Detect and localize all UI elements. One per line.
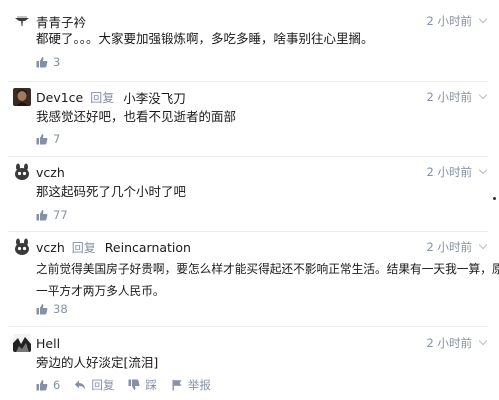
author-line: Dev1ce 回复 小李没飞刀 xyxy=(36,88,186,106)
like-button[interactable]: 3 xyxy=(36,55,60,69)
author-line: vczh 回复 Reincarnation xyxy=(36,238,191,256)
divider xyxy=(8,81,488,82)
comment-actions: 6 回复 踩 举报 xyxy=(36,377,225,393)
comment-text: 都硬了。。。大家要加强锻炼啊，多吃多睡，啥事别往心里搁。 xyxy=(36,31,374,46)
comment-text: 之前觉得美国房子好贵啊，要怎么样才能买得起还不影响正常生活。结果有一天我一算，原… xyxy=(36,258,499,302)
report-button[interactable]: 举报 xyxy=(171,377,211,393)
author-line: vczh xyxy=(36,163,65,181)
avatar[interactable] xyxy=(13,163,31,181)
chevron-down-icon[interactable] xyxy=(478,165,488,175)
stray-dot xyxy=(493,197,496,200)
author-name[interactable]: Dev1ce xyxy=(36,90,83,105)
reply-target-name[interactable]: Reincarnation xyxy=(105,240,191,255)
like-button[interactable]: 77 xyxy=(36,208,68,222)
time-text: 2 小时前 xyxy=(426,336,472,350)
like-button[interactable]: 6 xyxy=(36,378,60,392)
chevron-down-icon[interactable] xyxy=(478,336,488,346)
time-text: 2 小时前 xyxy=(426,90,472,104)
thumbs-up-icon xyxy=(36,134,48,145)
like-count: 77 xyxy=(53,208,68,222)
thumbs-up-icon xyxy=(36,57,48,68)
thumbs-down-icon xyxy=(128,379,140,390)
comment-time: 2 小时前 xyxy=(426,334,488,352)
like-count: 38 xyxy=(53,302,68,316)
comment-actions: 38 xyxy=(36,301,82,317)
author-name[interactable]: vczh xyxy=(36,165,65,180)
comment-text: 旁边的人好淡定[流泪] xyxy=(36,355,159,370)
divider xyxy=(8,156,488,157)
dislike-button[interactable]: 踩 xyxy=(128,377,157,393)
comment-text-line: 之前觉得美国房子好贵啊，要怎么样才能买得起还不影响正常生活。结果有一天我一算，原… xyxy=(36,262,499,276)
divider xyxy=(8,326,488,327)
reply-indicator: 回复 xyxy=(71,240,96,255)
chevron-down-icon[interactable] xyxy=(478,90,488,100)
comment-time: 2 小时前 xyxy=(426,88,488,106)
reply-target-name[interactable]: 小李没飞刀 xyxy=(123,88,186,107)
author-name[interactable]: vczh xyxy=(36,240,65,255)
comment-text: 那这起码死了几个小时了吧 xyxy=(36,184,187,199)
time-text: 2 小时前 xyxy=(426,14,472,28)
comment-text: 我感觉还好吧，也看不见逝者的面部 xyxy=(36,109,237,124)
thumbs-up-icon xyxy=(36,304,48,315)
comment-actions: 77 xyxy=(36,207,82,223)
reply-label: 回复 xyxy=(91,378,115,392)
reply-indicator: 回复 xyxy=(90,90,115,105)
chevron-down-icon[interactable] xyxy=(478,14,488,24)
flag-icon xyxy=(172,379,182,391)
like-count: 3 xyxy=(53,55,61,69)
thumbs-up-icon xyxy=(36,380,48,391)
report-label: 举报 xyxy=(187,378,211,392)
avatar[interactable] xyxy=(13,88,31,106)
time-text: 2 小时前 xyxy=(426,165,472,179)
comment-actions: 7 xyxy=(36,131,74,147)
comment-time: 2 小时前 xyxy=(426,238,488,256)
like-button[interactable]: 38 xyxy=(36,302,68,316)
comment-actions: 3 xyxy=(36,54,74,70)
author-line: Hell xyxy=(36,334,60,352)
avatar[interactable] xyxy=(13,238,31,256)
like-button[interactable]: 7 xyxy=(36,132,60,146)
thumbs-up-icon xyxy=(36,210,48,221)
author-name[interactable]: Hell xyxy=(36,336,60,351)
divider xyxy=(8,231,488,232)
chevron-down-icon[interactable] xyxy=(478,240,488,250)
like-count: 6 xyxy=(53,378,61,392)
comment-time: 2 小时前 xyxy=(426,163,488,181)
avatar[interactable] xyxy=(13,334,31,352)
comment-text-line: 一平方才两万多人民币。 xyxy=(36,284,165,298)
reply-arrow-icon xyxy=(75,380,86,390)
like-count: 7 xyxy=(53,132,61,146)
reply-button[interactable]: 回复 xyxy=(74,377,114,393)
time-text: 2 小时前 xyxy=(426,240,472,254)
dislike-label: 踩 xyxy=(145,378,157,392)
avatar[interactable] xyxy=(13,12,31,30)
